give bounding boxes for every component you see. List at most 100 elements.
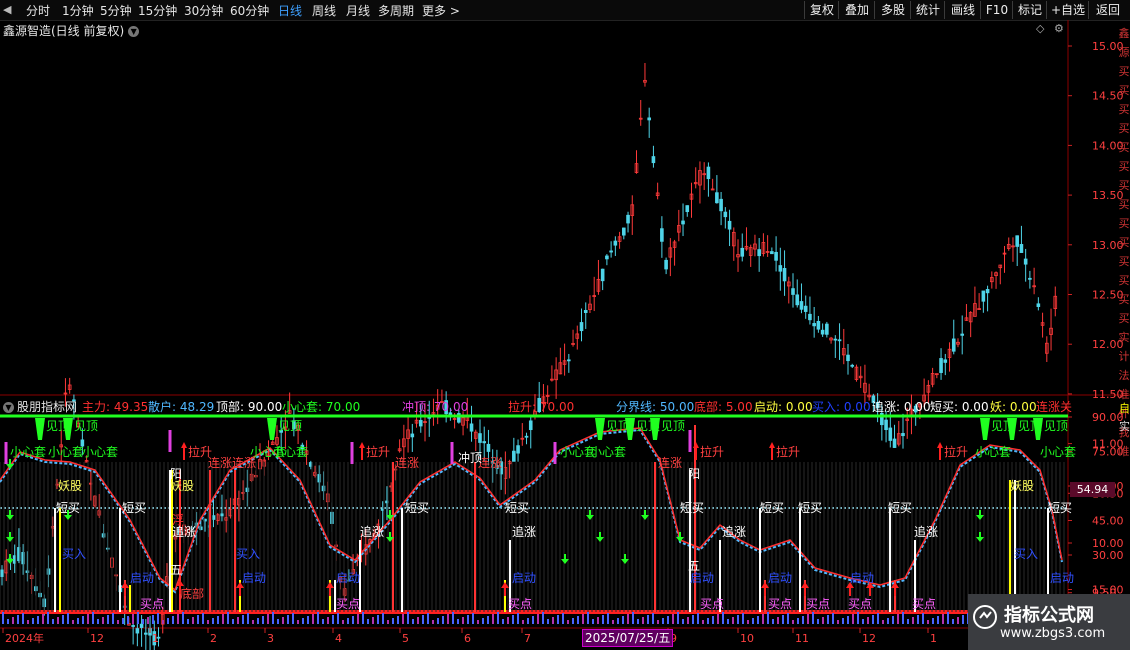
candle-body — [647, 117, 651, 121]
volume-bar — [947, 612, 949, 624]
volume-bar — [882, 620, 884, 624]
candle-body — [791, 288, 795, 295]
candle-body — [740, 247, 745, 257]
volume-bar — [957, 617, 959, 624]
volume-bar — [327, 617, 329, 624]
lianzhang-label: 连涨 — [208, 455, 232, 470]
stock-title: 鑫源智造(日线 前复权) ▼ — [3, 22, 140, 39]
volume-bar — [607, 613, 609, 624]
lianzhang-label: 连涨 — [658, 455, 682, 470]
candle-body — [816, 320, 821, 330]
legend-item: 追涨: 0.00 — [872, 400, 931, 414]
candle-body — [478, 433, 482, 443]
candle-body — [1019, 244, 1024, 253]
candle-body — [846, 354, 850, 362]
volume-bar — [322, 619, 324, 624]
volume-bar — [547, 619, 549, 624]
volume-bar — [197, 615, 199, 624]
jianding-marker — [63, 418, 73, 440]
candle-body — [1028, 277, 1032, 280]
duanmai-label: 短买 — [405, 501, 429, 515]
volume-bar — [567, 620, 569, 624]
volume-bar — [92, 612, 94, 624]
side-glyph: 买 — [1118, 141, 1130, 154]
candle-body — [651, 156, 656, 164]
candle-body — [622, 227, 626, 236]
volume-bar — [472, 613, 474, 624]
volume-bar — [807, 614, 809, 624]
candle-body — [723, 211, 728, 218]
jianding-marker — [1007, 418, 1017, 440]
date-label: 1 — [930, 632, 937, 645]
volume-bar — [647, 615, 649, 624]
volume-bar — [402, 614, 404, 624]
candle-body — [782, 268, 787, 282]
candle-body — [715, 192, 719, 204]
volume-bar — [872, 615, 874, 624]
volume-bar — [617, 618, 619, 624]
chart-canvas[interactable]: 15.0014.5014.0013.5013.0012.5012.0011.50… — [0, 0, 1130, 650]
volume-bar — [837, 620, 839, 624]
legend-item: 买入: 0.00 — [812, 400, 871, 414]
legend-item: 分界线: 50.00 — [616, 400, 695, 414]
side-glyph: 实 — [1118, 331, 1130, 344]
volume-bar — [952, 619, 954, 624]
volume-bar — [777, 617, 779, 624]
volume-bar — [277, 619, 279, 624]
candle-body — [613, 240, 618, 246]
legend-item: 主力: 49.35 — [82, 400, 149, 414]
side-glyph: 买 — [1118, 160, 1130, 173]
candle-body — [131, 625, 135, 627]
lasheng-arrow — [181, 442, 187, 460]
volume-bar — [417, 617, 419, 624]
chevron-down-icon[interactable]: ▼ — [128, 26, 140, 37]
volume-bar — [697, 613, 699, 624]
candle-body — [135, 628, 140, 634]
xiaoxintao-label: 小心套 — [975, 445, 1011, 459]
xiaoxintao-label: 小心套 — [272, 445, 308, 459]
volume-bar — [742, 613, 744, 624]
volume-bar — [792, 620, 794, 624]
volume-bar — [727, 619, 729, 624]
volume-bar — [912, 617, 914, 624]
candle-body — [770, 251, 774, 255]
jianding-label: 见顶 — [661, 419, 685, 433]
yaogu-label: 妖股 — [170, 479, 194, 493]
legend-item: 拉升: 70.00 — [508, 400, 575, 414]
volume-bar — [117, 620, 119, 624]
side-glyph: 法 — [1118, 369, 1130, 382]
volume-bar — [677, 612, 679, 624]
zhuizhang-label: 追涨 — [360, 524, 384, 539]
candle-body — [567, 359, 571, 362]
side-glyph: 买 — [1118, 65, 1130, 78]
mairu-label: 买入 — [1014, 547, 1038, 561]
volume-bar — [287, 615, 289, 624]
indicator-title: ▼ 股朋指标网 — [3, 398, 77, 415]
volume-bar — [372, 617, 374, 624]
volume-bar — [432, 620, 434, 624]
volume-bar — [182, 612, 184, 624]
volume-bar — [672, 614, 674, 624]
volume-bar — [42, 614, 44, 624]
volume-bar — [357, 614, 359, 624]
candle-body — [1036, 303, 1041, 307]
volume-bar — [722, 612, 724, 624]
down-arrow — [976, 532, 984, 542]
date-label: 7 — [524, 632, 531, 645]
volume-bar — [757, 616, 759, 624]
lasheng-arrow — [769, 442, 775, 460]
volume-bar — [832, 613, 834, 624]
side-glyph: 买 — [1118, 84, 1130, 97]
volume-bar — [267, 614, 269, 624]
date-label: 11 — [795, 632, 809, 645]
volume-bar — [552, 617, 554, 624]
candle-body — [943, 359, 948, 363]
diamond-icon[interactable]: ◇ — [1036, 22, 1044, 35]
volume-bar — [12, 617, 14, 624]
volume-bar — [497, 612, 499, 624]
volume-bar — [702, 620, 704, 624]
volume-bar — [887, 618, 889, 624]
chevron-down-icon[interactable]: ▼ — [3, 402, 14, 413]
gear-icon[interactable]: ⚙ — [1054, 22, 1064, 35]
volume-bar — [397, 616, 399, 624]
